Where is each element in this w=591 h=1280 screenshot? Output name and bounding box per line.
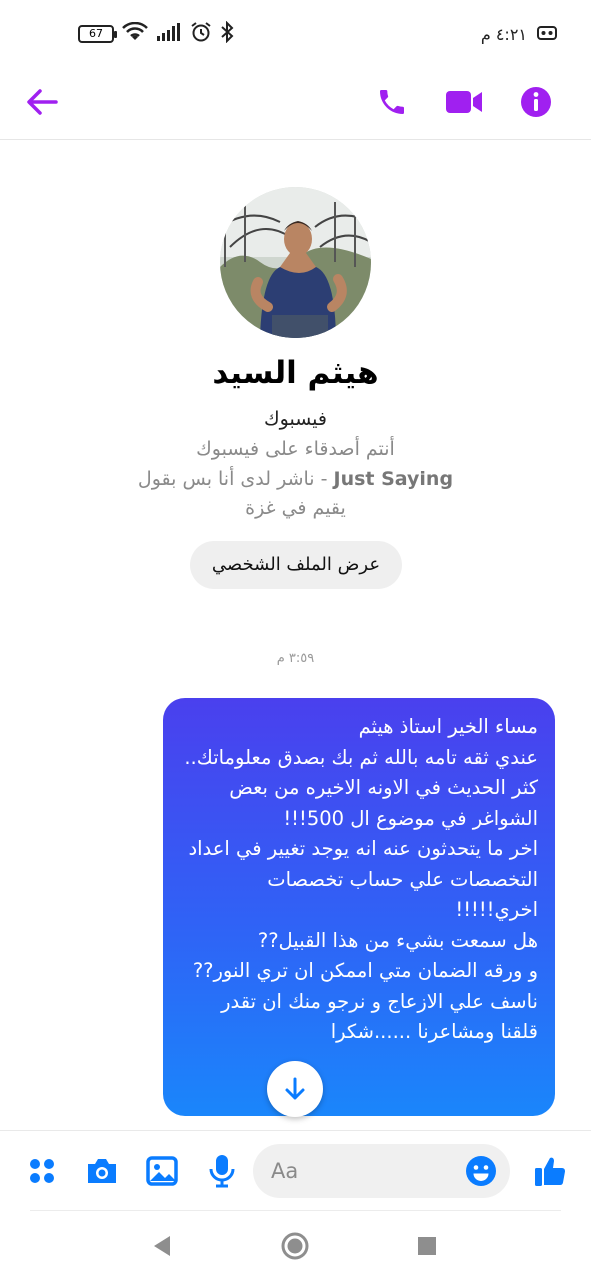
- profile-location: يقيم في غزة: [245, 497, 346, 519]
- like-button[interactable]: [532, 1153, 568, 1189]
- bluetooth-icon: [220, 20, 234, 47]
- nav-divider: [30, 1210, 561, 1211]
- voice-call-button[interactable]: [372, 82, 412, 122]
- message-input-container: Aa: [253, 1144, 510, 1198]
- gallery-icon: [146, 1156, 178, 1186]
- video-camera-icon: [446, 91, 482, 113]
- status-time: ٤:٢١ م: [480, 24, 527, 44]
- phone-icon: [380, 90, 404, 114]
- square-recents-icon: [418, 1237, 436, 1255]
- battery-icon: 67: [78, 25, 117, 43]
- system-navigation-bar: [0, 1210, 591, 1280]
- page-name: Just Saying: [333, 468, 454, 490]
- voice-message-button[interactable]: [204, 1153, 240, 1189]
- circle-home-icon: [281, 1232, 309, 1260]
- thumbs-up-icon: [535, 1157, 566, 1186]
- camera-icon: [88, 1159, 116, 1183]
- outgoing-message-bubble[interactable]: مساء الخير استاذ هيثم عندي ثقه تامه بالل…: [163, 698, 555, 1116]
- vr-icon: [537, 25, 557, 44]
- status-bar: 67 ٤:٢١ م: [0, 0, 591, 66]
- alarm-icon: [190, 21, 212, 47]
- arrow-down-icon: [285, 1077, 305, 1100]
- profile-avatar[interactable]: [220, 187, 371, 338]
- info-icon: [521, 87, 551, 117]
- gallery-button[interactable]: [144, 1153, 180, 1189]
- triangle-back-icon: [154, 1236, 170, 1256]
- message-composer: Aa: [0, 1130, 591, 1210]
- microphone-icon: [209, 1155, 235, 1188]
- message-input[interactable]: Aa: [271, 1144, 461, 1198]
- status-icons-left: 67: [78, 20, 234, 48]
- emoji-button[interactable]: [465, 1155, 497, 1187]
- profile-platform: فيسبوك: [264, 408, 327, 430]
- menu-dots-icon: [30, 1159, 54, 1183]
- signal-icon: [156, 22, 182, 46]
- page-role: - ناشر لدى أنا بس بقول: [137, 468, 334, 490]
- view-profile-button[interactable]: عرض الملف الشخصي: [190, 541, 402, 589]
- nav-home-button[interactable]: [277, 1228, 313, 1264]
- profile-friends-status: أنتم أصدقاء على فيسبوك: [196, 438, 395, 460]
- nav-back-button[interactable]: [144, 1228, 180, 1264]
- camera-button[interactable]: [84, 1153, 120, 1189]
- chat-header: [0, 66, 591, 140]
- battery-level: 67: [89, 27, 103, 40]
- emoji-icon: [466, 1156, 496, 1186]
- wifi-icon: [122, 21, 148, 46]
- profile-name: هيثم السيد: [212, 355, 379, 391]
- more-actions-button[interactable]: [24, 1153, 60, 1189]
- status-icons-right: ٤:٢١ م: [481, 20, 557, 48]
- video-call-button[interactable]: [444, 82, 484, 122]
- back-button[interactable]: [22, 82, 62, 122]
- scroll-to-bottom-button[interactable]: [267, 1061, 323, 1117]
- arrow-left-icon: [27, 89, 58, 115]
- message-timestamp: ٣:٥٩ م: [276, 651, 315, 666]
- profile-page-info: Just Saying - ناشر لدى أنا بس بقول: [0, 468, 591, 490]
- conversation-info-button[interactable]: [516, 82, 556, 122]
- nav-recents-button[interactable]: [409, 1228, 445, 1264]
